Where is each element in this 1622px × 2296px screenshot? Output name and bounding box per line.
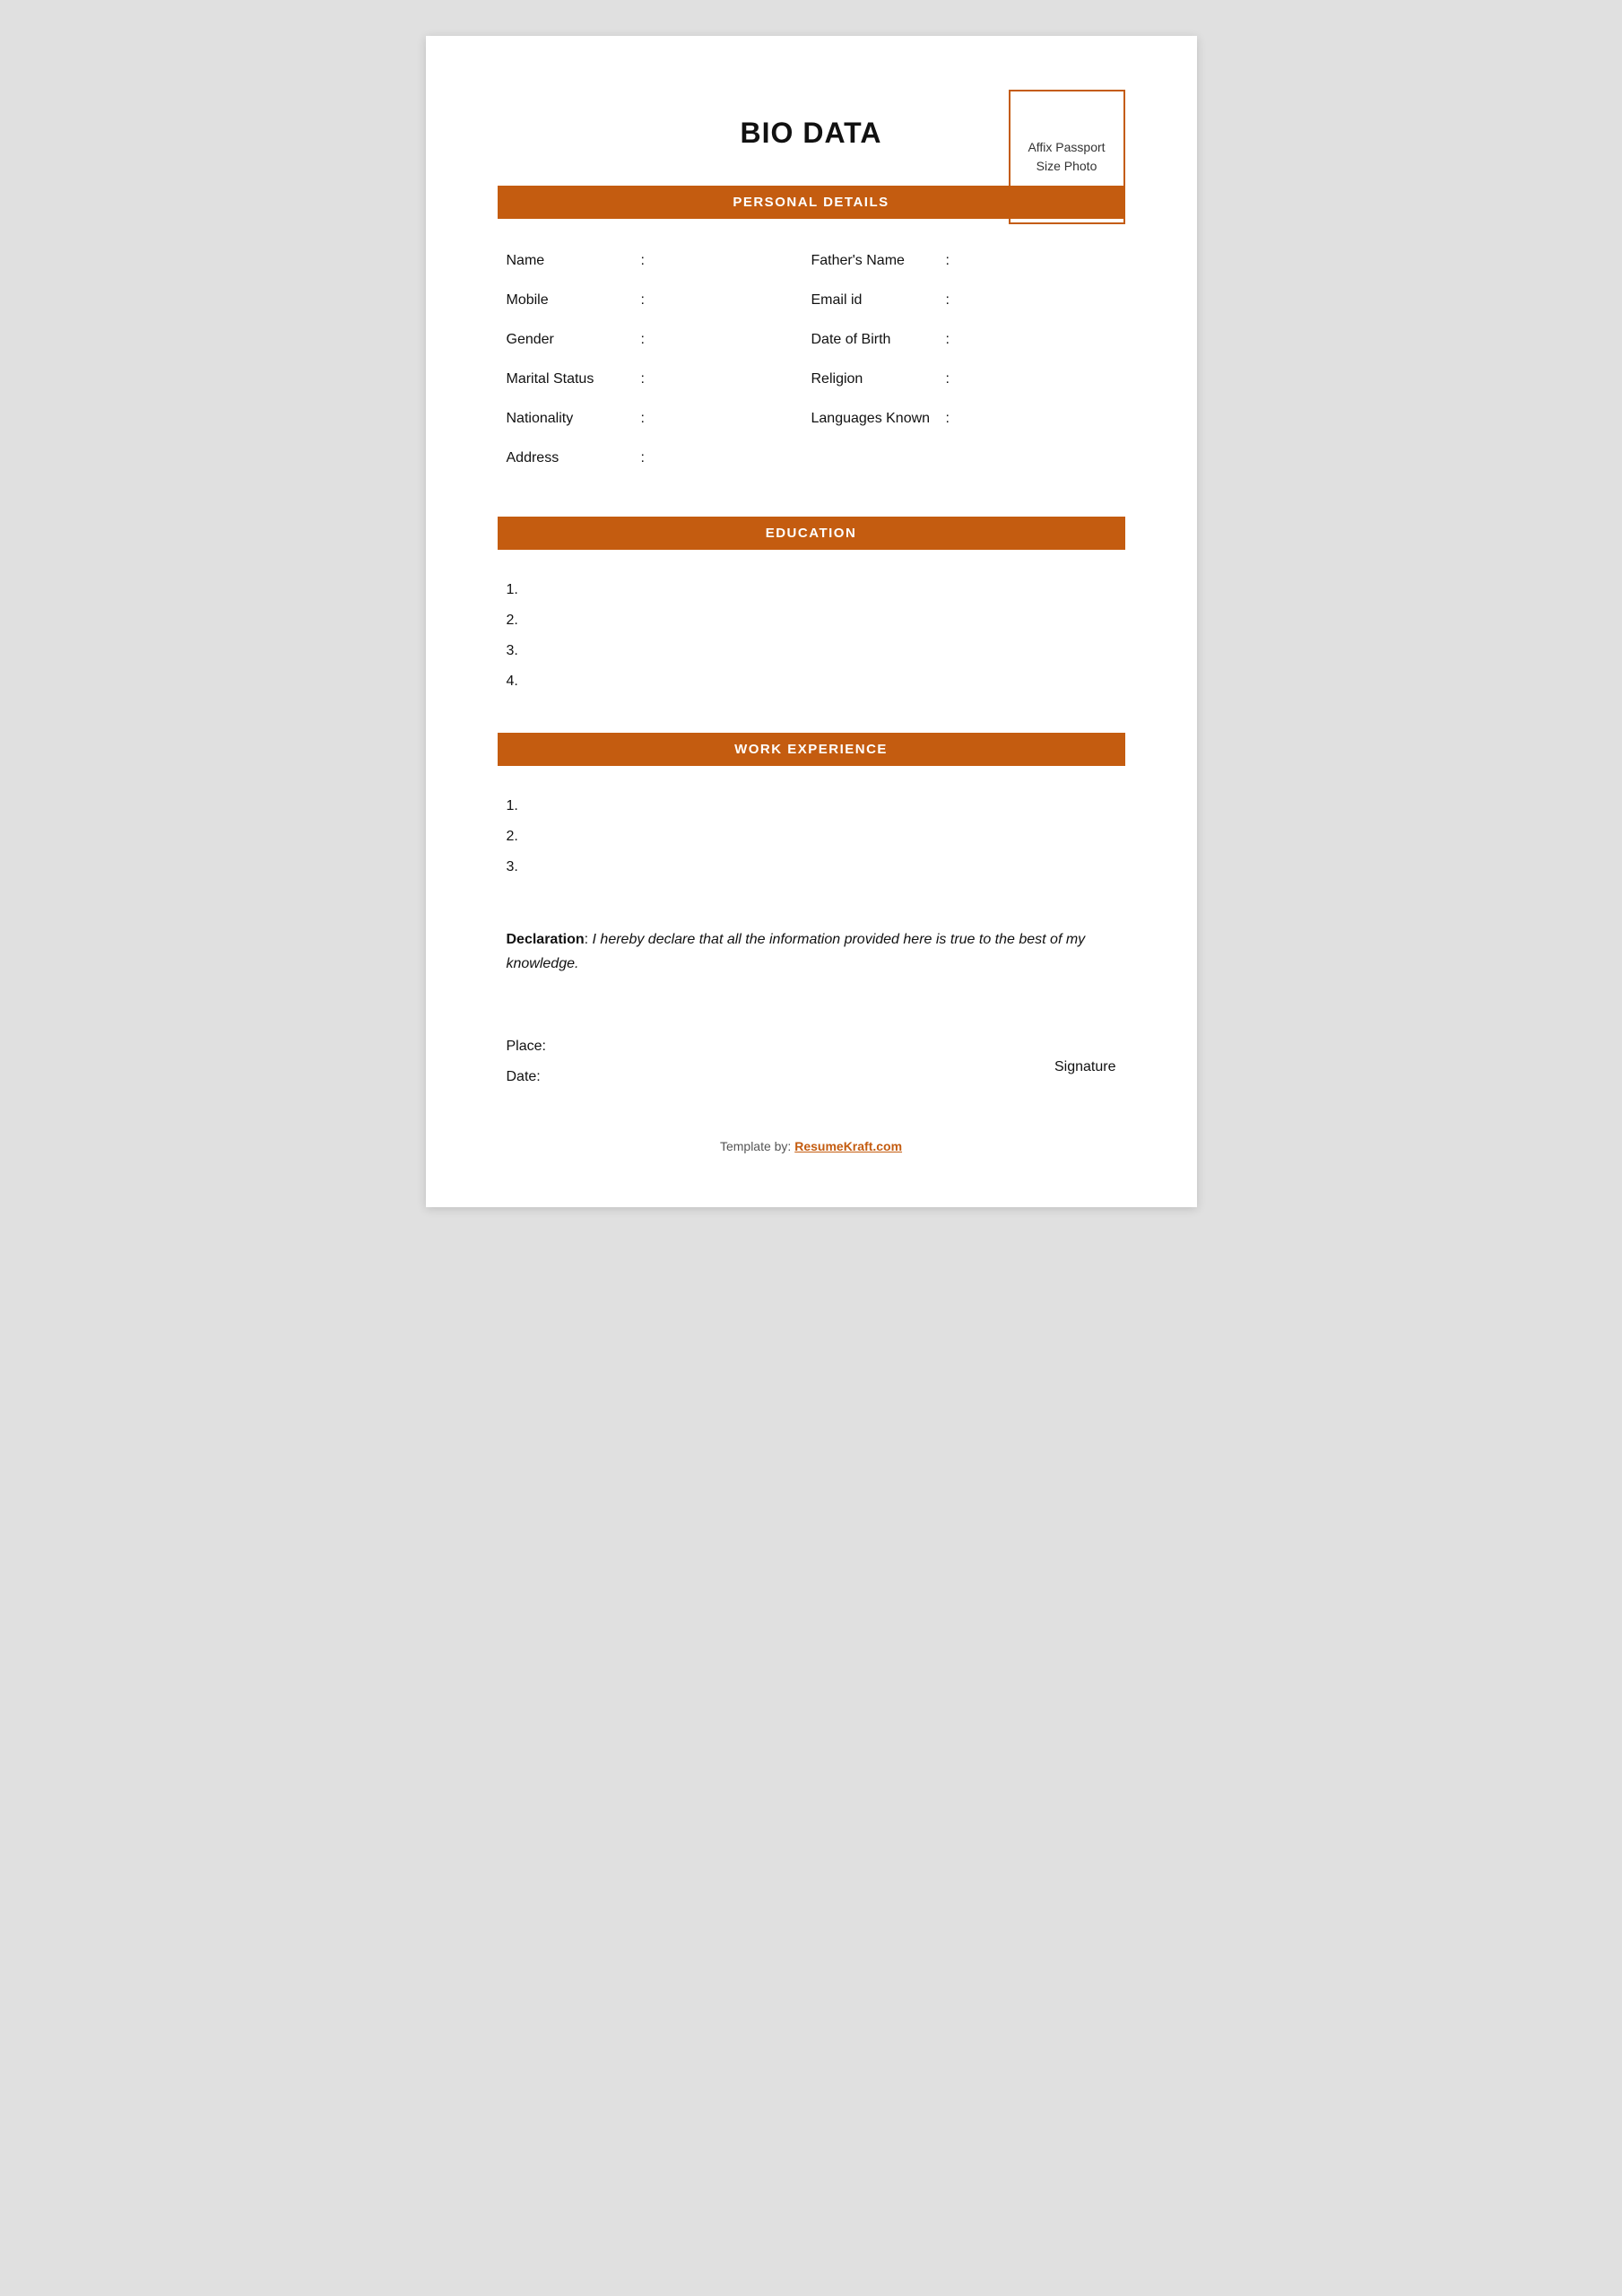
date-label: Date: xyxy=(507,1069,569,1085)
field-label-dob: Date of Birth xyxy=(811,332,937,348)
page-container: BIO DATA Affix Passport Size Photo PERSO… xyxy=(426,36,1197,1207)
photo-box: Affix Passport Size Photo xyxy=(1009,90,1125,224)
field-value-religion xyxy=(958,371,1116,389)
field-value-nationality xyxy=(654,411,811,429)
field-label-nationality: Nationality xyxy=(507,411,632,427)
education-item-2: 2. xyxy=(507,605,1116,636)
field-value-mobile xyxy=(654,292,811,310)
work-number-3: 3. xyxy=(507,859,533,875)
declaration-section: Declaration: I hereby declare that all t… xyxy=(498,918,1125,1003)
field-colon-name: : xyxy=(641,253,645,269)
work-number-1: 1. xyxy=(507,798,533,814)
declaration-text: Declaration: I hereby declare that all t… xyxy=(507,927,1116,976)
field-colon-dob: : xyxy=(946,332,950,348)
field-colon-religion: : xyxy=(946,371,950,387)
photo-box-text: Affix Passport Size Photo xyxy=(1018,138,1116,176)
field-colon-email: : xyxy=(946,292,950,309)
date-signature-container: Date: Signature xyxy=(507,1069,1116,1085)
education-number-3: 3. xyxy=(507,643,533,659)
field-label-gender: Gender xyxy=(507,332,632,348)
education-list: 1. 2. 3. 4. xyxy=(498,575,1125,697)
field-label-email: Email id xyxy=(811,292,937,309)
field-colon-gender: : xyxy=(641,332,645,348)
field-label-languages: Languages Known xyxy=(811,411,937,427)
date-row: Date: xyxy=(507,1069,569,1085)
field-colon-fathers-name: : xyxy=(946,253,950,269)
work-item-2: 2. xyxy=(507,822,1116,852)
declaration-colon: : xyxy=(585,932,593,947)
declaration-body: I hereby declare that all the informatio… xyxy=(507,932,1086,971)
template-link[interactable]: ResumeKraft.com xyxy=(794,1139,902,1153)
work-number-2: 2. xyxy=(507,829,533,845)
field-value-name xyxy=(654,253,811,271)
field-mobile: Mobile : xyxy=(507,283,811,323)
template-prefix: Template by: xyxy=(720,1139,794,1153)
field-fathers-name: Father's Name : xyxy=(811,244,1116,283)
field-value-gender xyxy=(654,332,811,350)
field-name: Name : xyxy=(507,244,811,283)
field-label-mobile: Mobile xyxy=(507,292,632,309)
field-value-dob xyxy=(958,332,1116,350)
education-item-4: 4. xyxy=(507,666,1116,697)
field-colon-address: : xyxy=(641,450,645,466)
field-marital-status: Marital Status : xyxy=(507,362,811,402)
field-colon-marital-status: : xyxy=(641,371,645,387)
field-religion: Religion : xyxy=(811,362,1116,402)
personal-details-grid: Name : Father's Name : Mobile : Email id… xyxy=(498,244,1125,481)
field-email: Email id : xyxy=(811,283,1116,323)
field-value-address xyxy=(654,450,811,468)
work-item-3: 3. xyxy=(507,852,1116,883)
field-nationality: Nationality : xyxy=(507,402,811,441)
education-number-1: 1. xyxy=(507,582,533,598)
field-label-name: Name xyxy=(507,253,632,269)
signature-row: Signature xyxy=(1054,1059,1116,1075)
personal-details-section: PERSONAL DETAILS Name : Father's Name : … xyxy=(498,186,1125,481)
field-colon-languages: : xyxy=(946,411,950,427)
work-experience-section: WORK EXPERIENCE 1. 2. 3. xyxy=(498,733,1125,883)
field-label-religion: Religion xyxy=(811,371,937,387)
work-experience-list: 1. 2. 3. xyxy=(498,791,1125,883)
field-value-fathers-name xyxy=(958,253,1116,271)
declaration-label: Declaration xyxy=(507,932,585,947)
education-item-1: 1. xyxy=(507,575,1116,605)
header-area: BIO DATA Affix Passport Size Photo xyxy=(498,90,1125,150)
field-value-email xyxy=(958,292,1116,310)
field-gender: Gender : xyxy=(507,323,811,362)
address-right-placeholder xyxy=(811,441,1116,481)
field-label-marital-status: Marital Status xyxy=(507,371,632,387)
field-address: Address : xyxy=(507,441,811,481)
education-header: EDUCATION xyxy=(498,517,1125,550)
field-value-languages xyxy=(958,411,1116,429)
field-colon-nationality: : xyxy=(641,411,645,427)
field-colon-mobile: : xyxy=(641,292,645,309)
work-item-1: 1. xyxy=(507,791,1116,822)
education-number-4: 4. xyxy=(507,674,533,690)
field-dob: Date of Birth : xyxy=(811,323,1116,362)
place-label: Place: xyxy=(507,1039,569,1055)
education-item-3: 3. xyxy=(507,636,1116,666)
field-label-fathers-name: Father's Name xyxy=(811,253,937,269)
field-value-marital-status xyxy=(654,371,811,389)
place-date-rows: Place: Date: Signature xyxy=(507,1039,1116,1085)
field-languages: Languages Known : xyxy=(811,402,1116,441)
education-number-2: 2. xyxy=(507,613,533,629)
work-experience-header: WORK EXPERIENCE xyxy=(498,733,1125,766)
template-footer: Template by: ResumeKraft.com xyxy=(498,1139,1125,1153)
signature-label: Signature xyxy=(1054,1059,1116,1075)
education-section: EDUCATION 1. 2. 3. 4. xyxy=(498,517,1125,697)
place-row: Place: xyxy=(507,1039,1116,1055)
footer-fields: Place: Date: Signature xyxy=(498,1039,1125,1085)
field-label-address: Address xyxy=(507,450,632,466)
